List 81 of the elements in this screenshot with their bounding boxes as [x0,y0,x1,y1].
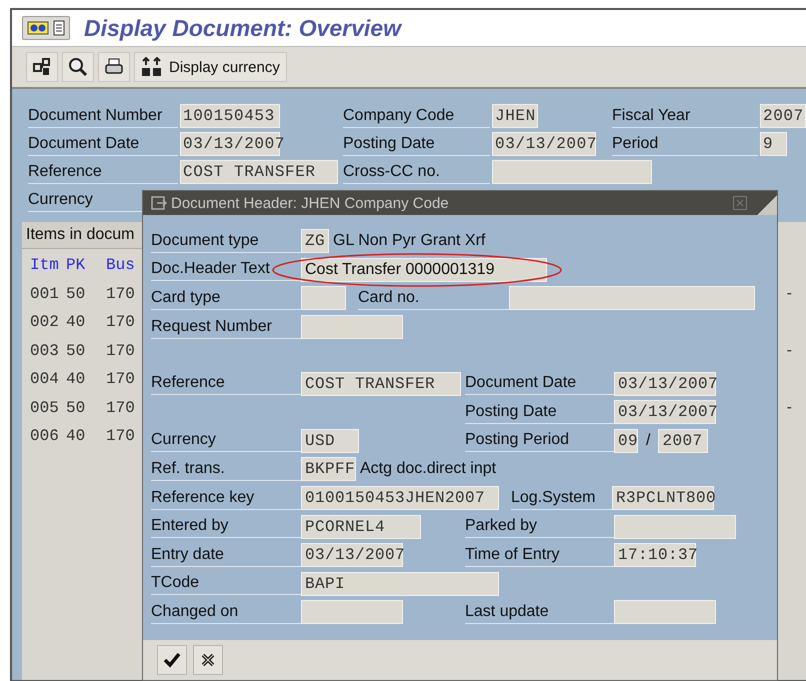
confirm-button[interactable] [157,645,187,675]
table-cell: - [786,284,792,303]
field-label: Fiscal Year [612,104,758,128]
display-field[interactable]: 9 [760,132,787,156]
display-field[interactable] [301,315,403,340]
table-cell-text: 005 [30,398,60,417]
column-header: Itm [30,256,60,274]
toolbar-button[interactable] [26,52,58,82]
display-field[interactable] [614,600,716,624]
field-label: Posting Date [343,132,490,156]
hierarchy-icon [32,57,52,77]
display-field[interactable]: 2007 [760,104,806,128]
toolbar-button[interactable] [98,52,130,82]
table-cell-text: 40 [66,427,86,446]
display-field[interactable]: 2007 [658,428,708,453]
table-cell-text: 003 [30,342,60,360]
field-label: Cross-CC no. [343,160,490,184]
table-cell-text: 002 [30,313,60,332]
display-field[interactable]: ZG [301,229,329,254]
toolbar-button[interactable] [62,52,94,82]
table-cell-text: 50 [66,342,86,360]
table-cell-text: 40 [66,313,86,332]
display-field[interactable] [492,160,652,184]
table-cell-text: 170 [106,398,136,417]
glasses-icon [27,19,49,37]
table-cell-text: 170 [106,313,136,332]
field-text: / [646,432,650,450]
table-cell-text: 004 [30,370,60,388]
display-field[interactable]: 03/13/2007 [614,400,716,424]
display-field[interactable]: 03/13/2007 [301,543,403,568]
field-text: Actg doc.direct inpt [360,460,496,478]
table-cell-text: 170 [106,284,136,303]
table-cell-text: 006 [30,427,60,446]
column-header: PK [66,256,86,274]
dialog-icon [151,196,167,210]
table-cell-text: 170 [106,342,136,360]
field-label: Document Date [28,132,178,156]
display-field[interactable]: JHEN [492,104,538,128]
display-currency-button[interactable]: Display currency [134,52,287,82]
field-label: Document Number [28,104,178,128]
display-field[interactable] [614,514,736,539]
display-field[interactable]: 0100150453JHEN2007 [301,486,499,510]
column-header: Bus [106,256,136,274]
display-field[interactable]: COST TRANSFER [180,160,338,184]
printer-icon [104,57,124,77]
menu-icons[interactable] [22,16,70,40]
cross-icon [200,652,216,668]
stacked-bars-icon [141,57,163,77]
field-label: Company Code [343,104,490,128]
table-cell-text: 50 [66,398,86,417]
window-title: Display Document: Overview [84,14,401,42]
table-cell-text: 001 [30,284,60,303]
table-cell-text: 50 [66,284,86,303]
display-field[interactable]: PCORNEL4 [301,514,421,539]
display-field[interactable] [301,600,403,624]
display-field[interactable]: BAPI [301,572,499,596]
close-icon[interactable] [733,196,747,210]
table-cell-text: 40 [66,370,86,388]
field-label: Period [612,132,758,156]
display-field[interactable]: 03/13/2007 [492,132,596,156]
display-field[interactable]: 17:10:37 [614,543,696,568]
display-field[interactable]: R3PCLNT800 [612,486,714,510]
text-field[interactable]: Cost Transfer 0000001319 [301,258,547,282]
table-cell-text: 170 [106,427,136,446]
display-field[interactable] [301,286,346,310]
document-icon [53,20,65,36]
display-field[interactable]: USD [301,428,359,453]
checkmark-icon [163,652,181,668]
field-label: Reference [28,160,178,184]
display-field[interactable]: 03/13/2007 [614,372,716,396]
search-icon [68,57,88,77]
table-cell: - [786,398,792,417]
display-field[interactable] [509,286,755,310]
cancel-button[interactable] [193,645,223,675]
table-cell: - [786,342,792,360]
table-cell-text: 170 [106,370,136,388]
display-field[interactable]: BKPFF [301,457,356,482]
field-text: GL Non Pyr Grant Xrf [333,232,486,250]
display-field[interactable]: 100150453 [180,104,280,128]
display-field[interactable]: COST TRANSFER [301,372,461,396]
display-field[interactable]: 09 [614,428,638,453]
